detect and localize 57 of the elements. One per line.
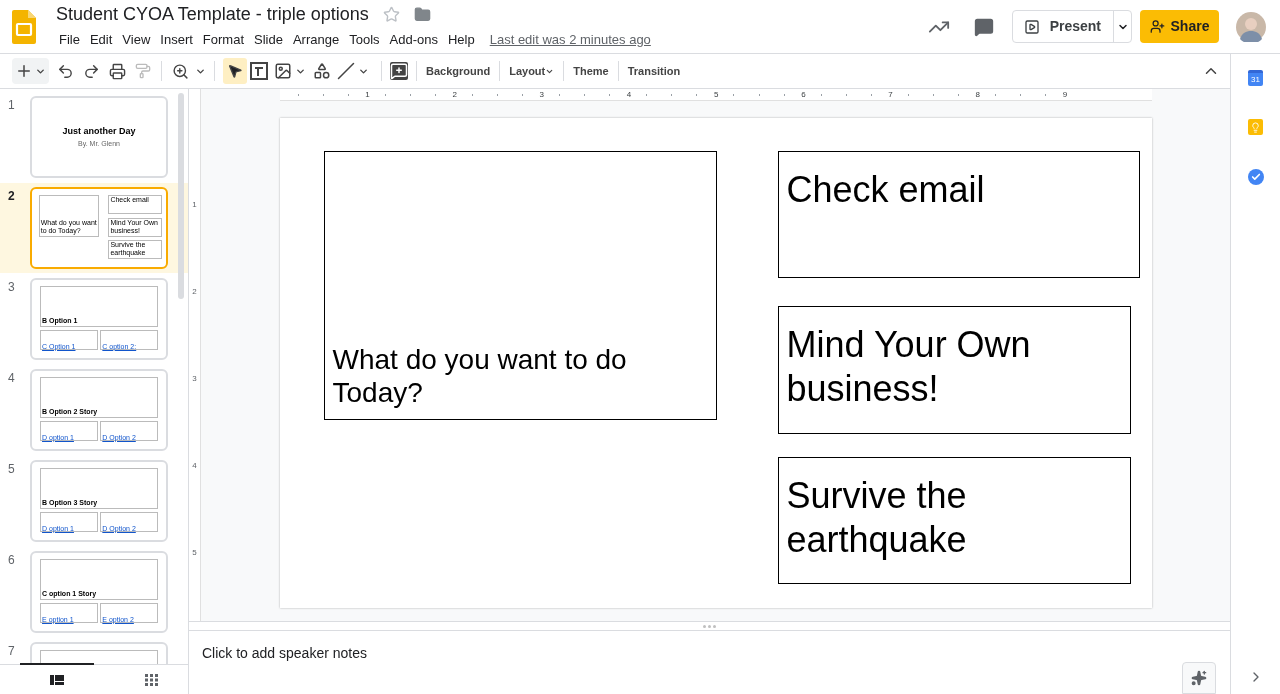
document-title[interactable]: Student CYOA Template - triple options xyxy=(56,1,369,28)
zoom-icon[interactable] xyxy=(172,62,189,80)
explore-button[interactable] xyxy=(1182,662,1216,694)
slide-number: 1 xyxy=(8,97,16,114)
slide-number: 7 xyxy=(8,643,16,660)
toolbar-button[interactable]: Transition xyxy=(626,62,682,80)
print-icon[interactable] xyxy=(109,62,126,80)
undo-icon[interactable] xyxy=(57,62,74,80)
toolbar-button[interactable]: Background xyxy=(425,62,492,80)
menu-item[interactable]: Edit xyxy=(84,29,118,50)
tool-button[interactable] xyxy=(223,58,247,84)
text-box[interactable]: Survive the earthquake xyxy=(777,457,1131,584)
text-box[interactable]: What do you want to do Today? xyxy=(323,151,717,420)
menu-item[interactable]: Slide xyxy=(249,29,288,50)
text-box[interactable]: Mind Your Own business! xyxy=(777,306,1131,434)
slide-number: 6 xyxy=(8,552,16,569)
menu-item[interactable]: File xyxy=(54,29,85,50)
person-icon xyxy=(1149,19,1165,34)
toolbar-button[interactable]: Layout xyxy=(508,62,556,80)
avatar[interactable] xyxy=(1236,11,1266,42)
horizontal-ruler: 1 2 3 4 5 6 7 8 9 xyxy=(279,89,1152,101)
menu-item[interactable]: Tools xyxy=(344,29,385,50)
last-edit-link[interactable]: Last edit was 2 minutes ago xyxy=(489,29,651,50)
text-box[interactable]: Check email xyxy=(777,151,1140,278)
comment-icon[interactable] xyxy=(973,16,994,37)
shapes-icon xyxy=(313,62,331,80)
image-icon xyxy=(274,62,292,80)
thumbnail-title: Just another Day xyxy=(62,127,136,136)
scrollbar[interactable] xyxy=(178,93,184,299)
menu-item[interactable]: Help xyxy=(442,29,480,50)
sparkle-icon xyxy=(1191,670,1207,686)
menu-item[interactable]: Add-ons xyxy=(384,29,443,50)
vertical-ruler: 1 2 3 4 5 xyxy=(189,89,201,621)
slide-number: 5 xyxy=(8,461,16,478)
menu-item[interactable]: Arrange xyxy=(287,29,345,50)
folder-icon[interactable] xyxy=(413,6,431,23)
pointer-icon xyxy=(227,63,243,79)
slide-number: 2 xyxy=(8,188,16,205)
present-icon xyxy=(1023,18,1040,35)
calendar-icon[interactable]: 31 xyxy=(1248,70,1263,86)
menu-item[interactable]: Insert xyxy=(155,29,198,50)
add-comment-icon[interactable] xyxy=(390,62,408,80)
menu-item[interactable]: View xyxy=(117,29,156,50)
tasks-icon[interactable] xyxy=(1247,169,1264,185)
slide-number: 3 xyxy=(8,279,16,296)
menu-item[interactable]: Format xyxy=(197,29,249,50)
text-box-icon xyxy=(250,62,268,80)
list-view-icon xyxy=(50,674,64,685)
share-button[interactable]: Share xyxy=(1140,10,1219,43)
grid-view-icon xyxy=(144,673,158,686)
new-slide-icon[interactable] xyxy=(15,62,33,80)
speaker-notes-placeholder[interactable]: Click to add speaker notes xyxy=(202,645,367,661)
star-icon[interactable] xyxy=(382,6,400,23)
redo-icon[interactable] xyxy=(83,62,100,80)
line-icon xyxy=(337,62,355,80)
slide-number: 4 xyxy=(8,370,16,387)
toolbar-button[interactable]: Theme xyxy=(572,62,610,80)
